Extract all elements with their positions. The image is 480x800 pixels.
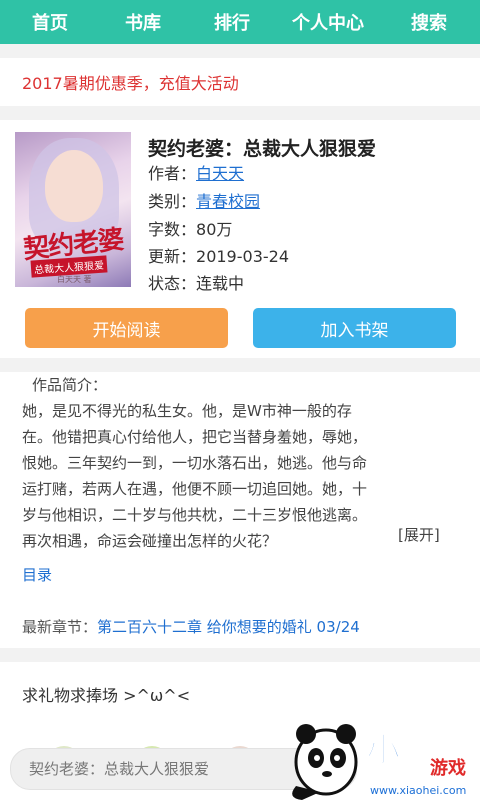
nav-library[interactable]: 书库: [100, 9, 186, 35]
panda-icon: [292, 724, 358, 800]
logo-site-text: www.xiaohei.com: [370, 784, 466, 797]
word-count-row: 字数：80万: [148, 216, 232, 240]
synopsis-line: 在。他错把真心付给他人，把它当替身羞她，辱她，: [22, 428, 368, 446]
book-cover[interactable]: 契约老婆 总裁大人狠狠爱 白天天 著: [15, 132, 131, 287]
nav-search[interactable]: 搜索: [378, 9, 480, 35]
category-row: 类别：青春校园: [148, 188, 260, 212]
cover-face-shape: [45, 150, 103, 222]
promo-text[interactable]: 2017暑期优惠季，充值大活动: [22, 70, 239, 94]
status-label: 状态：: [148, 274, 197, 293]
author-row: 作者：白天天: [148, 160, 244, 184]
book-title: 契约老婆：总裁大人狠狠爱: [148, 138, 377, 160]
nav-home[interactable]: 首页: [0, 9, 100, 35]
synopsis-line: 恨她。三年契约一到，一切水落石出，她逃。他与命: [22, 454, 368, 472]
updated-row: 更新：2019-03-24: [148, 243, 289, 267]
expand-button[interactable]: [展开]: [398, 524, 440, 545]
category-label: 类别：: [148, 192, 197, 211]
latest-chapter-label: 最新章节：: [22, 618, 98, 636]
word-count-label: 字数：: [148, 220, 197, 239]
author-link[interactable]: 白天天: [196, 164, 244, 183]
author-label: 作者：: [148, 164, 197, 183]
updated-label: 更新：: [148, 247, 197, 266]
watermark-logo: 小黑 游戏 www.xiaohei.com: [292, 724, 466, 800]
gift-title: 求礼物求捧场 >^ω^<: [22, 686, 191, 705]
synopsis-line: 岁与他相识，二十岁与他共枕，二十三岁恨他逃离。: [22, 506, 368, 524]
synopsis-line: 再次相遇，命运会碰撞出怎样的火花？: [22, 532, 278, 550]
synopsis-text: 她，是见不得光的私生女。他，是W市神一般的存 在。他错把真心付给他人，把它当替身…: [22, 398, 448, 554]
nav-ranking[interactable]: 排行: [186, 9, 278, 35]
logo-sub-text: 游戏: [430, 757, 466, 779]
add-to-shelf-button[interactable]: 加入书架: [253, 308, 456, 348]
synopsis-section: 作品简介： 她，是见不得光的私生女。他，是W市神一般的存 在。他错把真心付给他人…: [0, 372, 480, 648]
table-of-contents-link[interactable]: 目录: [22, 564, 52, 585]
synopsis-line: 她，是见不得光的私生女。他，是W市神一般的存: [22, 402, 352, 420]
synopsis-line: 运打赌，若两人在遇，他便不顾一切追回她。她，十: [22, 480, 368, 498]
updated-value: 2019-03-24: [196, 247, 289, 266]
status-value: 连载中: [196, 274, 245, 293]
latest-chapter-row: 最新章节：第二百六十二章 给你想要的婚礼 03/24: [22, 616, 360, 637]
nav-user-center[interactable]: 个人中心: [278, 9, 378, 35]
top-nav: 首页 书库 排行 个人中心 搜索: [0, 0, 480, 44]
book-info-card: 契约老婆 总裁大人狠狠爱 白天天 著 契约老婆：总裁大人狠狠爱 作者：白天天 类…: [0, 120, 480, 358]
category-link[interactable]: 青春校园: [196, 192, 260, 211]
promo-banner[interactable]: 2017暑期优惠季，充值大活动: [0, 58, 480, 106]
word-count-value: 80万: [196, 220, 233, 239]
start-reading-button[interactable]: 开始阅读: [25, 308, 228, 348]
cover-author: 白天天 著: [57, 275, 92, 284]
logo-text: 小黑: [366, 731, 434, 771]
status-row: 状态：连载中: [148, 270, 244, 294]
latest-chapter-link[interactable]: 第二百六十二章 给你想要的婚礼 03/24: [97, 618, 360, 636]
synopsis-label: 作品简介：: [32, 376, 108, 394]
